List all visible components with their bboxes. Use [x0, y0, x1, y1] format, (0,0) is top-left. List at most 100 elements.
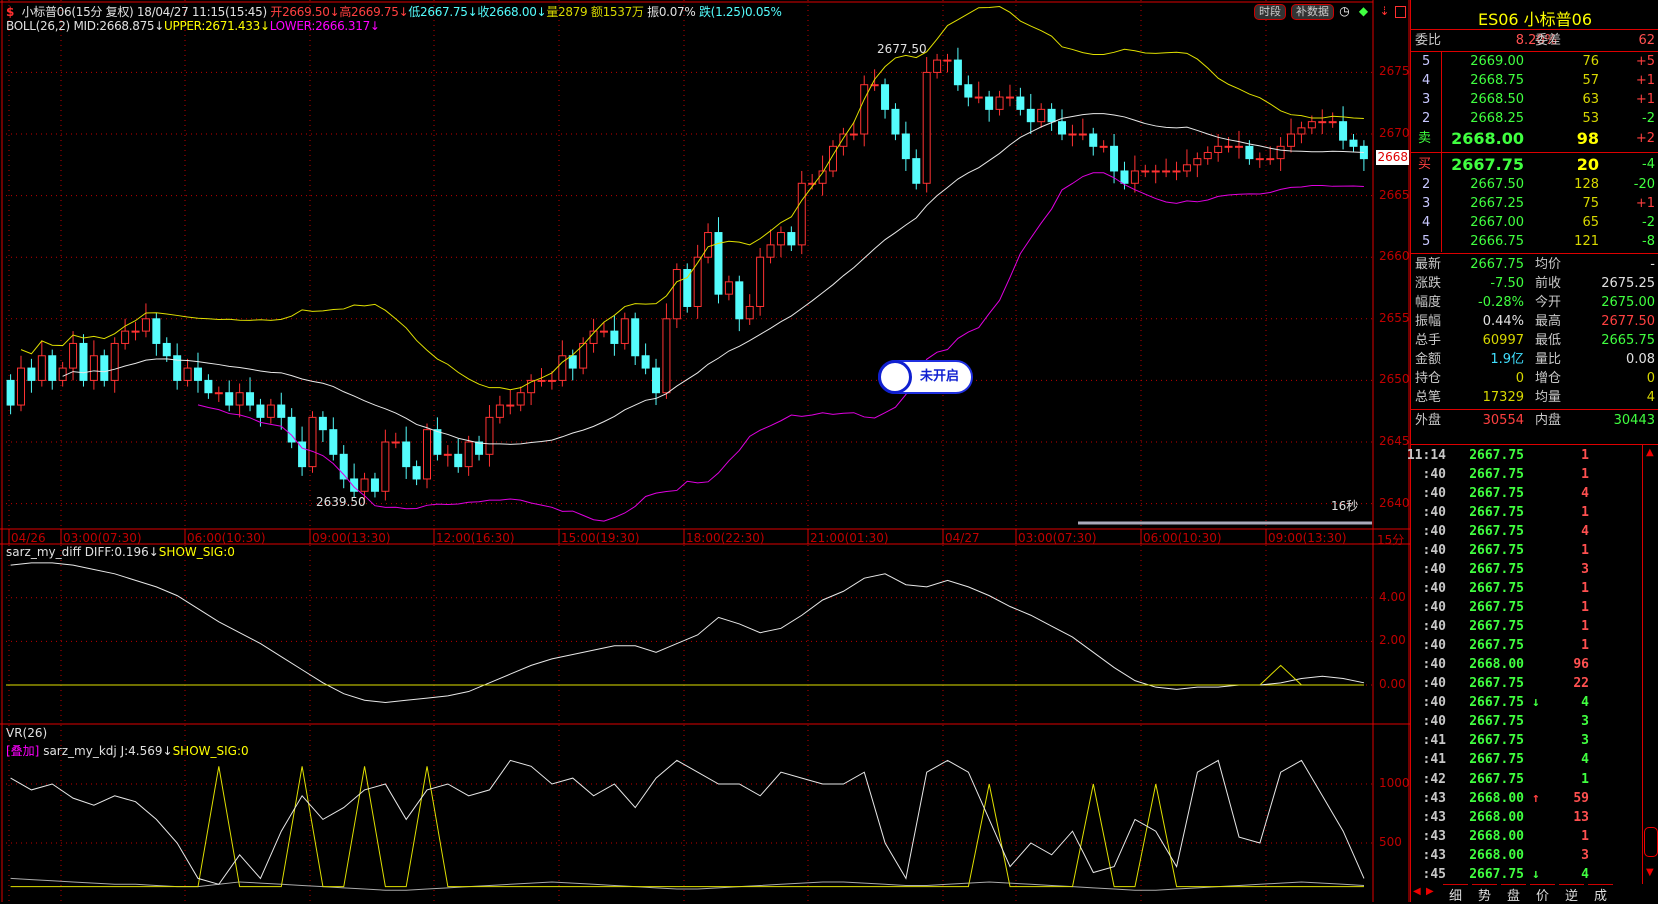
overlay-tag[interactable]: [叠加]: [6, 744, 39, 758]
tick-row[interactable]: 11:14 2667.75 1: [1407, 446, 1641, 465]
prev-arrow-icon[interactable]: ◀: [1413, 886, 1421, 897]
level-change: -8: [1642, 234, 1655, 249]
candle-body: [110, 342, 119, 381]
candle-body: [1307, 121, 1316, 129]
candle-body: [933, 59, 942, 73]
tick-row[interactable]: :40 2667.75 3: [1411, 560, 1641, 579]
tick-row[interactable]: :40 2667.75 4: [1411, 522, 1641, 541]
tick-time: :40: [1422, 600, 1446, 616]
pin-icon[interactable]: ⇣: [1377, 4, 1392, 19]
candle-body: [860, 84, 869, 135]
candle-body: [787, 232, 796, 246]
tick-price: 2667.75: [1469, 524, 1524, 540]
tick-time: :40: [1422, 543, 1446, 559]
sell-level-row[interactable]: 2 2668.25 53 -2: [1411, 109, 1658, 128]
scroll-down-icon[interactable]: ▼: [1646, 867, 1654, 878]
tick-row[interactable]: :40 2667.75 1: [1411, 598, 1641, 617]
bottom-tab-5[interactable]: 成: [1588, 884, 1614, 904]
bar-change: 跌(1.25)0.05%: [698, 5, 782, 19]
tick-row[interactable]: :40 2667.75 1: [1411, 503, 1641, 522]
candle: [37, 340, 46, 387]
bar-amplitude: 振0.07%: [647, 5, 696, 19]
tick-row[interactable]: :43 2668.00 ↑ 59: [1411, 789, 1641, 808]
candle: [516, 386, 525, 412]
tick-row[interactable]: :40 2668.00 96: [1411, 655, 1641, 674]
stat-value: -: [1650, 257, 1655, 272]
tick-scrollbar[interactable]: ▲ ▼: [1642, 445, 1658, 884]
candle-body: [225, 392, 234, 406]
bottom-tab-4[interactable]: 逆: [1559, 884, 1585, 904]
bottom-tab-0[interactable]: 细: [1443, 884, 1469, 904]
candle: [100, 349, 109, 387]
clock-icon[interactable]: ◷: [1337, 4, 1352, 19]
candle: [6, 374, 15, 415]
tick-row[interactable]: :40 2667.75 1: [1411, 617, 1641, 636]
tick-row[interactable]: :40 2667.75 22: [1411, 674, 1641, 693]
candle-body: [183, 367, 192, 381]
tick-price: 2667.75: [1469, 448, 1524, 463]
tick-row[interactable]: :43 2668.00 13: [1411, 808, 1641, 827]
tick-row[interactable]: :40 2667.75 4: [1411, 484, 1641, 503]
vr-axis-label: 1000: [1379, 776, 1410, 790]
kline-chart-area[interactable]: [0, 0, 1410, 902]
stat-label: 最低: [1535, 333, 1562, 348]
scroll-thumb[interactable]: [1644, 827, 1658, 857]
candle-body: [1214, 145, 1223, 153]
tick-time: :43: [1422, 809, 1446, 825]
candle: [1193, 152, 1202, 178]
layout-toggle-icon[interactable]: [1395, 6, 1406, 18]
period-button[interactable]: 时段: [1254, 4, 1286, 20]
candle: [266, 398, 275, 424]
sell-level-row[interactable]: 卖 2668.00 98 +2: [1411, 129, 1658, 148]
tick-row[interactable]: :41 2667.75 3: [1411, 731, 1641, 750]
sell-level-row[interactable]: 4 2668.75 57 +1: [1411, 71, 1658, 90]
candle-body: [1255, 158, 1264, 161]
not-enabled-badge[interactable]: 未开启: [878, 360, 973, 394]
next-arrow-icon[interactable]: ▶: [1426, 886, 1434, 897]
candle-body: [1037, 108, 1046, 123]
bottom-tab-2[interactable]: 盘: [1501, 884, 1527, 904]
candle-body: [985, 96, 994, 110]
buy-level-row[interactable]: 4 2667.00 65 -2: [1411, 213, 1658, 232]
tick-time: :45: [1422, 866, 1446, 882]
boll-name: BOLL(26,2): [6, 19, 70, 33]
level-price: 2667.50: [1470, 177, 1524, 192]
up-arrow-icon: ↑: [1532, 790, 1540, 806]
buy-level-row[interactable]: 买 2667.75 20 -4: [1411, 155, 1658, 174]
candle-body: [1151, 170, 1160, 173]
sell-level-row[interactable]: 3 2668.50 63 +1: [1411, 90, 1658, 109]
candle: [943, 53, 952, 73]
tick-row[interactable]: :42 2667.75 1: [1411, 770, 1641, 789]
tick-row[interactable]: :40 2667.75 1: [1411, 579, 1641, 598]
candle: [1141, 164, 1150, 178]
price-axis-label: 2645: [1379, 434, 1410, 448]
bottom-tab-3[interactable]: 价: [1530, 884, 1556, 904]
tick-row[interactable]: :40 2667.75 1: [1411, 636, 1641, 655]
candle: [953, 47, 962, 91]
wei-cha-value: 62: [1638, 33, 1655, 48]
candle-body: [558, 355, 567, 381]
alert-diamond-icon[interactable]: ◆: [1356, 4, 1371, 19]
tick-volume: 59: [1573, 790, 1589, 806]
stat-label: 最新: [1415, 257, 1442, 272]
tick-row[interactable]: :40 2667.75 3: [1411, 712, 1641, 731]
buy-level-row[interactable]: 5 2666.75 121 -8: [1411, 232, 1658, 251]
tick-price: 2667.75: [1469, 714, 1524, 730]
tick-row[interactable]: :45 2667.75 ↓ 4: [1411, 865, 1641, 884]
tick-row[interactable]: :41 2667.75 4: [1411, 750, 1641, 769]
outer-label: 外盘: [1415, 413, 1442, 428]
stat-value: 2677.50: [1601, 314, 1655, 329]
candle: [1058, 109, 1067, 141]
tick-row[interactable]: :43 2668.00 3: [1411, 846, 1641, 865]
scroll-up-icon[interactable]: ▲: [1646, 447, 1654, 458]
sell-level-row[interactable]: 5 2669.00 76 +5: [1411, 52, 1658, 71]
fill-data-button[interactable]: 补数据: [1291, 4, 1334, 20]
tick-row[interactable]: :40 2667.75 1: [1411, 541, 1641, 560]
bottom-tab-1[interactable]: 势: [1472, 884, 1498, 904]
tick-row[interactable]: :40 2667.75 ↓ 4: [1411, 693, 1641, 712]
tick-row[interactable]: :40 2667.75 1: [1411, 465, 1641, 484]
buy-level-row[interactable]: 3 2667.25 75 +1: [1411, 194, 1658, 213]
candle-body: [1110, 145, 1119, 172]
tick-row[interactable]: :43 2668.00 1: [1411, 827, 1641, 846]
buy-level-row[interactable]: 2 2667.50 128 -20: [1411, 175, 1658, 194]
